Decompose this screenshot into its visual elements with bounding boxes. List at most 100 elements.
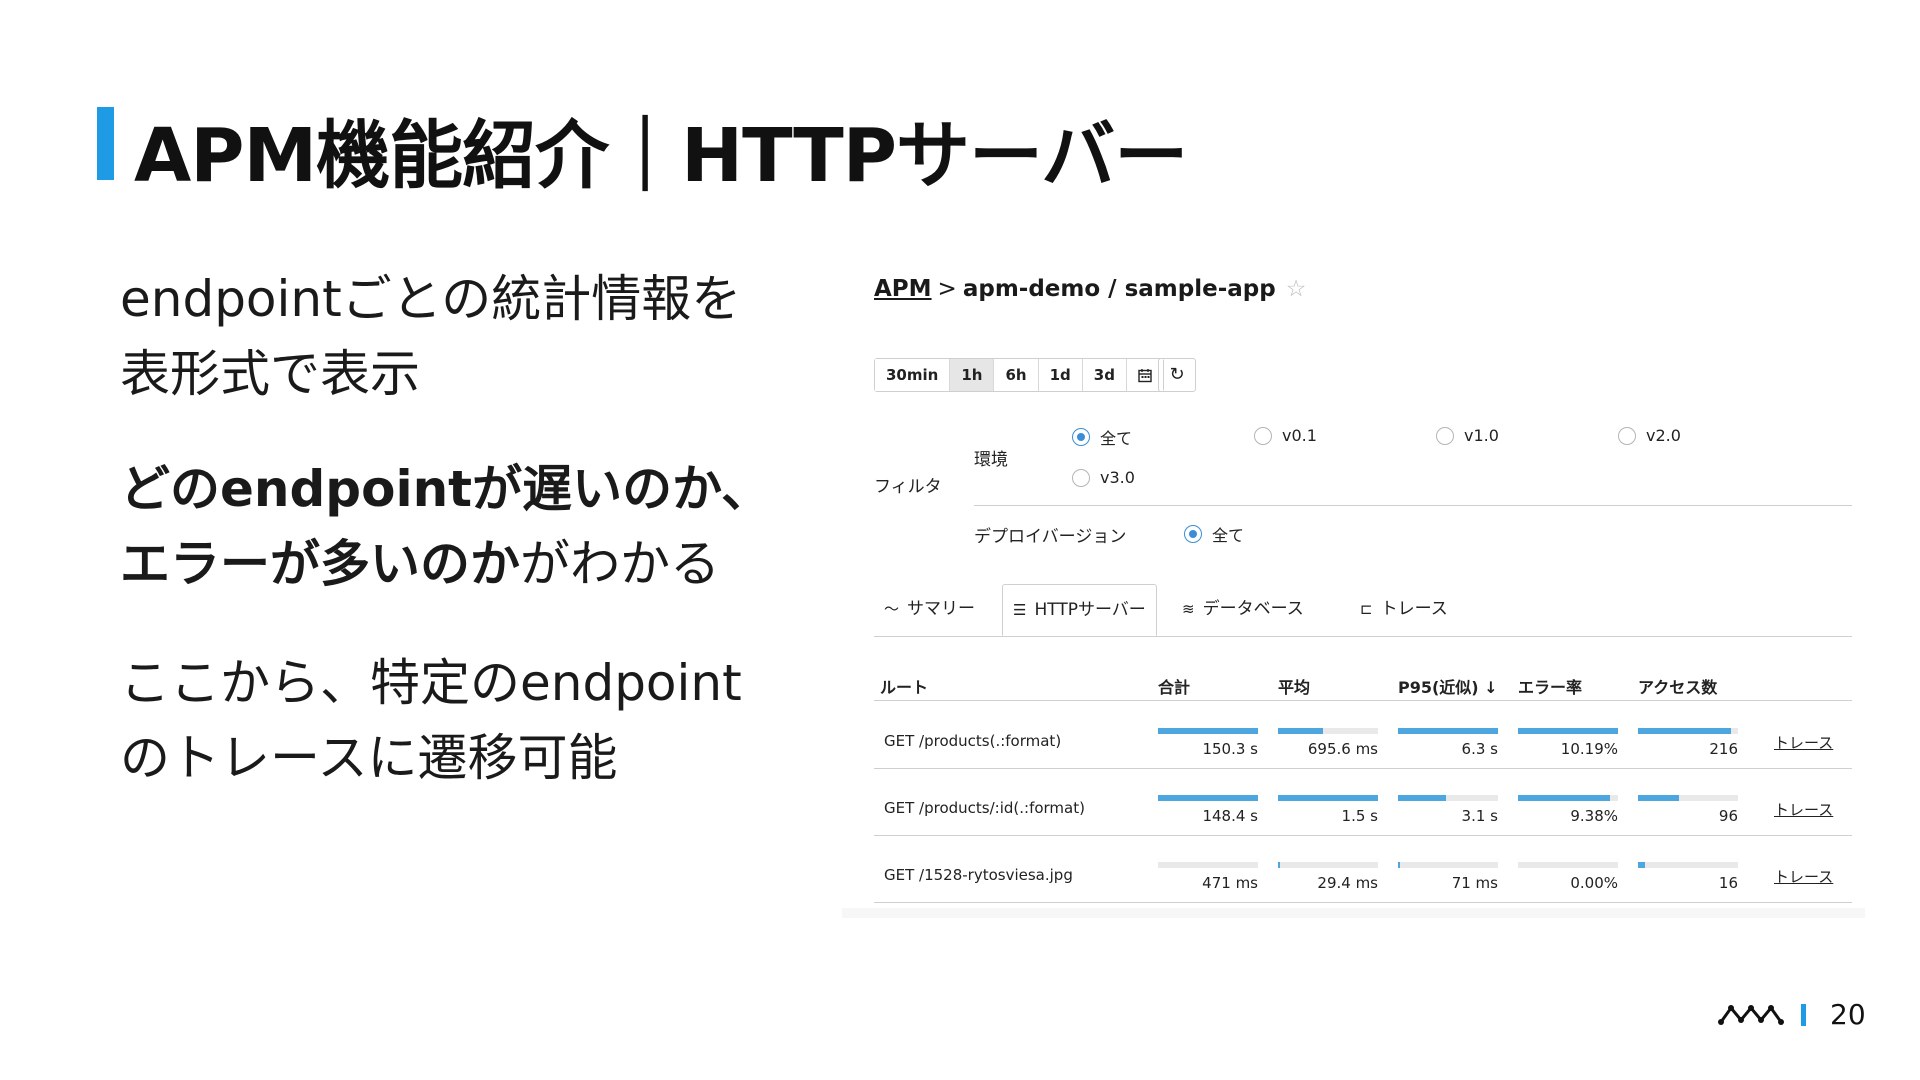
description-3-line-2: のトレースに遷移可能 (120, 729, 618, 787)
tab-summary[interactable]: 〜サマリー (874, 584, 985, 634)
error-bar (1518, 795, 1618, 801)
description-3-line-1: ここから、特定のendpoint (120, 654, 742, 712)
star-icon[interactable]: ☆ (1286, 276, 1307, 302)
tab-database[interactable]: ≋ データベース (1172, 584, 1314, 634)
total-bar (1158, 795, 1258, 801)
col-route: ルート (880, 678, 929, 697)
time-3d-button[interactable]: 3d (1082, 359, 1127, 391)
trace-link[interactable]: トレース (1774, 732, 1833, 753)
avg-bar-fill (1278, 728, 1323, 734)
time-30min-button[interactable]: 30min (875, 359, 951, 391)
deploy-version-label: デプロイバージョン (974, 527, 1127, 547)
access-value: 96 (1718, 807, 1738, 825)
table-row-divider (874, 835, 1852, 836)
env-option-v2-0[interactable]: v2.0 (1618, 425, 1681, 445)
time-range-selector: 30min 1h 6h 1d 3d (874, 358, 1164, 392)
time-1h-button[interactable]: 1h (950, 359, 995, 391)
env-option-v0-1[interactable]: v0.1 (1254, 425, 1317, 445)
error-bar-fill (1518, 728, 1618, 734)
error-bar-fill (1518, 795, 1610, 801)
access-bar (1638, 795, 1738, 801)
total-value: 471 ms (1202, 874, 1258, 892)
time-6h-button[interactable]: 6h (994, 359, 1039, 391)
p95-value: 71 ms (1451, 874, 1498, 892)
table-row-divider (874, 902, 1852, 903)
radio-selected-icon (1072, 428, 1090, 446)
description-2-bold-1: どのendpointが遅いのか、 (120, 460, 772, 518)
access-bar-fill (1638, 795, 1679, 801)
radio-icon (1618, 426, 1636, 445)
description-1-line-2: 表形式で表示 (120, 345, 420, 403)
apm-screenshot: APM > apm-demo / sample-app ☆ 30min 1h 6h 1… (842, 262, 1865, 918)
server-icon: ☰ (1013, 601, 1027, 619)
env-option-v1-0[interactable]: v1.0 (1436, 425, 1499, 445)
col-error-rate[interactable]: エラー率 (1518, 674, 1582, 698)
time-1d-button[interactable]: 1d (1038, 359, 1083, 391)
breadcrumb-apm-link[interactable]: APM (874, 276, 932, 302)
route-cell: GET /1528-rytosviesa.jpg (884, 866, 1073, 884)
company-logo-icon (1718, 1005, 1784, 1025)
table-header-divider (874, 700, 1852, 701)
title-accent-bar (97, 107, 114, 180)
col-access-count[interactable]: アクセス数 (1638, 674, 1717, 698)
trace-link[interactable]: トレース (1774, 799, 1833, 820)
breadcrumb-app-path: apm-demo / sample-app (962, 276, 1276, 302)
p95-bar (1398, 795, 1498, 801)
radio-icon (1254, 426, 1272, 445)
route-cell: GET /products(.:format) (884, 732, 1062, 750)
description-1-line-1: endpointごとの統計情報を (120, 270, 742, 328)
p95-bar-fill (1398, 862, 1400, 868)
tab-trace[interactable]: ⊏ トレース (1350, 584, 1458, 634)
col-average[interactable]: 平均 (1278, 674, 1310, 698)
deploy-option-all[interactable]: 全て (1184, 522, 1244, 546)
tab-bar: 〜サマリー ☰ HTTPサーバー ≋ データベース ⊏ トレース (874, 580, 1852, 637)
col-p95[interactable]: P95(近似) ↓ (1398, 674, 1498, 698)
access-bar (1638, 862, 1738, 868)
radio-selected-icon (1184, 525, 1202, 543)
description-2-rest: がわかる (520, 535, 720, 593)
description-2: どのendpointが遅いのか、 エラーが多いのかがわかる (120, 452, 771, 602)
description-2-bold-2: エラーが多いのか (120, 535, 520, 593)
access-bar-fill (1638, 728, 1731, 734)
description-1: endpointごとの統計情報を 表形式で表示 (120, 262, 741, 412)
error-value: 0.00% (1570, 874, 1618, 892)
avg-bar (1278, 795, 1378, 801)
total-value: 148.4 s (1202, 807, 1258, 825)
avg-bar-fill (1278, 795, 1378, 801)
line-chart-icon: 〜 (884, 600, 900, 618)
error-value: 9.38% (1570, 807, 1618, 825)
route-cell: GET /products/:id(.:format) (884, 799, 1085, 817)
trace-link[interactable]: トレース (1774, 866, 1833, 887)
env-option-v3-0[interactable]: v3.0 (1072, 467, 1135, 487)
total-bar (1158, 862, 1258, 868)
radio-icon (1072, 468, 1090, 487)
avg-bar-fill (1278, 862, 1280, 868)
error-bar (1518, 862, 1618, 868)
col-total[interactable]: 合計 (1158, 674, 1190, 698)
p95-bar-fill (1398, 728, 1498, 734)
tab-http-server[interactable]: ☰ HTTPサーバー (1002, 584, 1157, 636)
access-bar-fill (1638, 862, 1645, 868)
p95-bar-fill (1398, 795, 1446, 801)
error-bar (1518, 728, 1618, 734)
total-bar (1158, 728, 1258, 734)
total-value: 150.3 s (1202, 740, 1258, 758)
radio-icon (1436, 426, 1454, 445)
p95-bar (1398, 862, 1498, 868)
p95-value: 6.3 s (1461, 740, 1498, 758)
filter-divider (974, 505, 1852, 506)
database-icon: ≋ (1182, 600, 1195, 618)
breadcrumb-separator: > (937, 276, 957, 302)
avg-value: 695.6 ms (1307, 740, 1378, 758)
total-bar-fill (1158, 728, 1258, 734)
trace-icon: ⊏ (1360, 600, 1373, 618)
total-bar-fill (1158, 795, 1258, 801)
access-bar (1638, 728, 1738, 734)
filter-label: フィルタ (874, 477, 942, 497)
avg-bar (1278, 862, 1378, 868)
access-value: 216 (1709, 740, 1738, 758)
refresh-icon[interactable]: ↻ (1158, 358, 1196, 392)
env-option-all[interactable]: 全て (1072, 425, 1132, 449)
p95-value: 3.1 s (1461, 807, 1498, 825)
page-number-accent (1801, 1004, 1806, 1026)
